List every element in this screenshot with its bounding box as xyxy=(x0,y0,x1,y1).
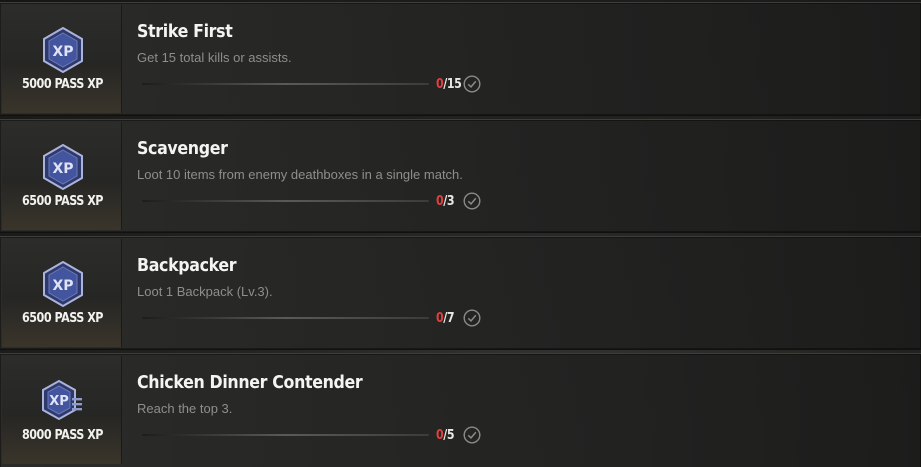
progress-count: 0/7 xyxy=(436,311,455,326)
progress-track xyxy=(142,317,429,319)
check-circle-icon xyxy=(463,309,481,327)
progress-count: 0/3 xyxy=(436,194,455,209)
progress-current: 0 xyxy=(436,428,444,443)
reward-label: 5000 PASS XP xyxy=(22,77,103,92)
mission-title: Strike First xyxy=(137,21,233,42)
reward-panel: XP 8000 PASS XP xyxy=(2,356,122,464)
progress-total: 15 xyxy=(446,77,462,92)
progress-total: 7 xyxy=(446,311,455,326)
mission-card[interactable]: XP 5000 PASS XP Strike First Get 15 tota… xyxy=(0,2,921,116)
reward-panel: XP 6500 PASS XP xyxy=(2,122,122,230)
check-circle-icon xyxy=(463,75,481,93)
mission-title: Backpacker xyxy=(137,255,237,276)
mission-description: Reach the top 3. xyxy=(137,401,233,416)
progress-track xyxy=(142,200,429,202)
mission-title: Chicken Dinner Contender xyxy=(137,372,363,393)
progress-current: 0 xyxy=(436,77,444,92)
xp-badge-plus-icon: XP xyxy=(42,379,82,421)
xp-badge-icon: XP xyxy=(43,261,83,307)
progress-count: 0/5 xyxy=(436,428,455,443)
progress-track xyxy=(142,83,429,85)
xp-badge-icon: XP xyxy=(43,27,83,73)
mission-description: Get 15 total kills or assists. xyxy=(137,50,292,65)
progress-track xyxy=(142,434,429,436)
svg-text:XP: XP xyxy=(49,394,69,409)
progress-total: 3 xyxy=(446,194,455,209)
svg-text:XP: XP xyxy=(52,44,73,60)
reward-label: 6500 PASS XP xyxy=(22,194,103,209)
mission-description: Loot 1 Backpack (Lv.3). xyxy=(137,284,273,299)
xp-badge-icon: XP xyxy=(43,144,83,190)
reward-panel: XP 6500 PASS XP xyxy=(2,239,122,347)
progress-current: 0 xyxy=(436,194,444,209)
check-circle-icon xyxy=(463,192,481,210)
mission-title: Scavenger xyxy=(137,138,228,159)
progress-count: 0/15 xyxy=(436,77,462,92)
check-circle-icon xyxy=(463,426,481,444)
mission-list: XP 5000 PASS XP Strike First Get 15 tota… xyxy=(0,0,921,467)
mission-description: Loot 10 items from enemy deathboxes in a… xyxy=(137,167,463,182)
mission-card[interactable]: XP 6500 PASS XP Scavenger Loot 10 items … xyxy=(0,119,921,233)
svg-text:XP: XP xyxy=(52,161,73,177)
mission-card[interactable]: XP 8000 PASS XP Chicken Dinner Contender… xyxy=(0,353,921,467)
reward-panel: XP 5000 PASS XP xyxy=(2,5,122,113)
reward-label: 8000 PASS XP xyxy=(22,428,103,443)
progress-current: 0 xyxy=(436,311,444,326)
mission-card[interactable]: XP 6500 PASS XP Backpacker Loot 1 Backpa… xyxy=(0,236,921,350)
reward-label: 6500 PASS XP xyxy=(22,311,103,326)
progress-total: 5 xyxy=(446,428,455,443)
svg-text:XP: XP xyxy=(52,278,73,294)
